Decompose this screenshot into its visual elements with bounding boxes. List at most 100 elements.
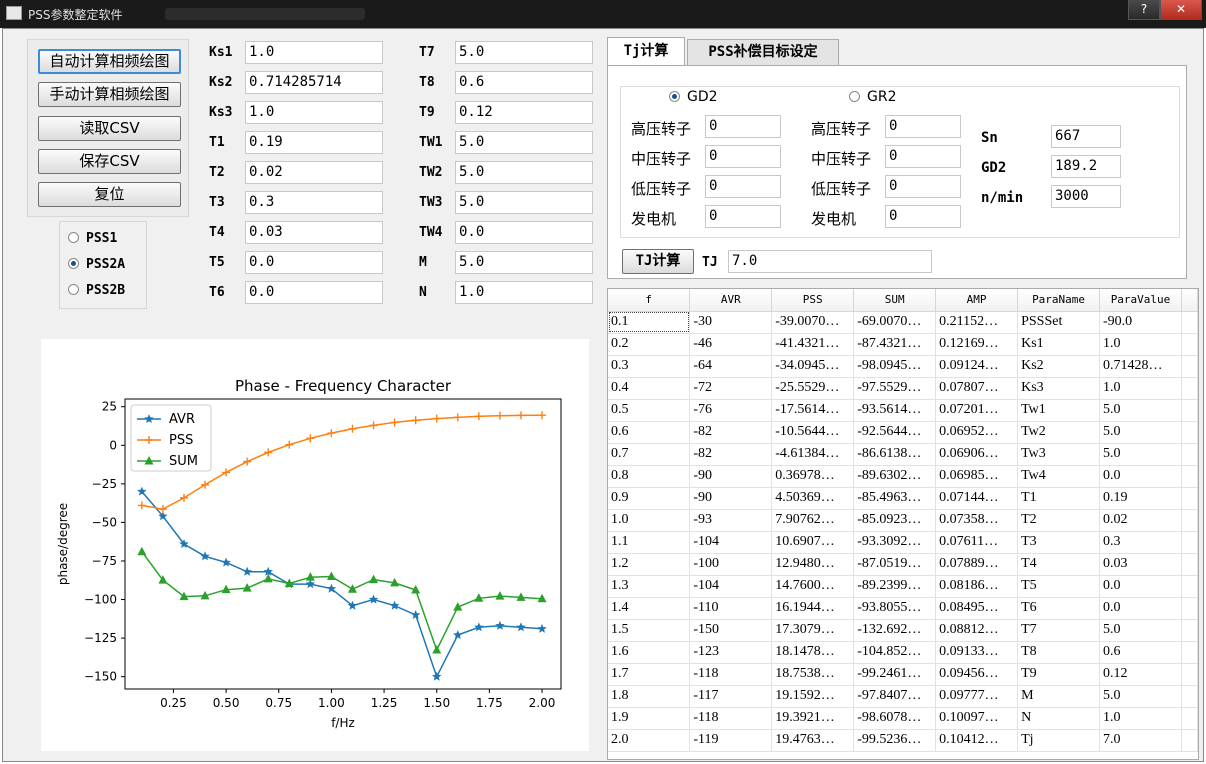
tj-calc-button[interactable]: TJ计算 <box>622 249 694 274</box>
tj-row-input[interactable]: 0 <box>705 205 781 228</box>
param-input-tw1[interactable]: 5.0 <box>455 131 593 154</box>
table-cell[interactable]: -69.0070… <box>853 311 937 334</box>
table-cell[interactable]: Tw2 <box>1017 421 1101 444</box>
table-cell[interactable]: 2.0 <box>608 729 691 752</box>
table-row[interactable]: 0.8 -90 0.36978… -89.6302… 0.06985… Tw4 0.0 <box>608 465 1198 488</box>
table-cell[interactable]: 0.0 <box>1099 597 1182 620</box>
radio-gd2[interactable]: GD2 <box>669 89 718 105</box>
column-header[interactable]: AVR <box>689 289 773 312</box>
param-input-ks1[interactable]: 1.0 <box>245 41 383 64</box>
table-cell[interactable]: 0.10097… <box>935 707 1019 730</box>
param-input-t7[interactable]: 5.0 <box>455 41 593 64</box>
param-input-t5[interactable]: 0.0 <box>245 251 383 274</box>
table-cell[interactable]: -99.2461… <box>853 663 937 686</box>
table-cell[interactable]: -85.4963… <box>853 487 937 510</box>
nmin-input[interactable]: 3000 <box>1051 185 1121 208</box>
table-cell[interactable]: 0.12 <box>1099 663 1182 686</box>
table-cell[interactable]: 0.6 <box>1099 641 1182 664</box>
param-input-t1[interactable]: 0.19 <box>245 131 383 154</box>
table-cell[interactable]: 5.0 <box>1099 685 1182 708</box>
table-cell[interactable]: 0.36978… <box>771 465 855 488</box>
table-row[interactable]: 1.4 -110 16.1944… -93.8055… 0.08495… T6 0.0 <box>608 597 1198 620</box>
table-cell[interactable]: N <box>1017 707 1101 730</box>
column-header[interactable]: PSS <box>771 289 855 312</box>
table-cell[interactable]: 0.07889… <box>935 553 1019 576</box>
table-cell[interactable]: -97.5529… <box>853 377 937 400</box>
table-cell[interactable]: -25.5529… <box>771 377 855 400</box>
param-input-tw3[interactable]: 5.0 <box>455 191 593 214</box>
close-button[interactable]: ✕ <box>1160 0 1202 20</box>
table-cell[interactable]: 16.1944… <box>771 597 855 620</box>
param-input-ks3[interactable]: 1.0 <box>245 101 383 124</box>
table-cell[interactable]: -93.5614… <box>853 399 937 422</box>
table-row[interactable]: 1.3 -104 14.7600… -89.2399… 0.08186… T5 0.0 <box>608 575 1198 598</box>
param-input-tw2[interactable]: 5.0 <box>455 161 593 184</box>
table-row[interactable]: 1.1 -104 10.6907… -93.3092… 0.07611… T3 0.3 <box>608 531 1198 554</box>
table-cell[interactable]: -119 <box>689 729 773 752</box>
table-row[interactable]: 0.9 -90 4.50369… -85.4963… 0.07144… T1 0.19 <box>608 487 1198 510</box>
param-input-t9[interactable]: 0.12 <box>455 101 593 124</box>
table-row[interactable]: 1.5 -150 17.3079… -132.692… 0.08812… T7 5.0 <box>608 619 1198 642</box>
table-cell[interactable]: -100 <box>689 553 773 576</box>
table-cell[interactable]: -93 <box>689 509 773 532</box>
tj-row-input[interactable]: 0 <box>885 175 961 198</box>
table-cell[interactable]: Tw1 <box>1017 399 1101 422</box>
table-cell[interactable]: 0.08812… <box>935 619 1019 642</box>
table-cell[interactable]: 0.5 <box>608 399 691 422</box>
table-cell[interactable]: 1.8 <box>608 685 691 708</box>
table-cell[interactable]: 1.7 <box>608 663 691 686</box>
table-cell[interactable]: 1.0 <box>1099 333 1182 356</box>
table-cell[interactable]: 14.7600… <box>771 575 855 598</box>
table-cell[interactable]: 0.08186… <box>935 575 1019 598</box>
table-row[interactable]: 1.6 -123 18.1478… -104.852… 0.09133… T8 0.6 <box>608 641 1198 664</box>
save-csv-button[interactable]: 保存CSV <box>38 149 181 174</box>
table-cell[interactable]: -64 <box>689 355 773 378</box>
table-cell[interactable]: -39.0070… <box>771 311 855 334</box>
table-cell[interactable]: -93.8055… <box>853 597 937 620</box>
table-cell[interactable]: T1 <box>1017 487 1101 510</box>
table-cell[interactable]: 1.0 <box>1099 707 1182 730</box>
table-cell[interactable]: 7.90762… <box>771 509 855 532</box>
table-cell[interactable]: -98.6078… <box>853 707 937 730</box>
gd2-input[interactable]: 189.2 <box>1051 155 1121 178</box>
table-cell[interactable]: -89.2399… <box>853 575 937 598</box>
table-cell[interactable]: 0.19 <box>1099 487 1182 510</box>
table-cell[interactable]: 1.9 <box>608 707 691 730</box>
table-cell[interactable]: 0.1 <box>608 311 691 334</box>
table-cell[interactable]: T4 <box>1017 553 1101 576</box>
table-cell[interactable]: -90 <box>689 487 773 510</box>
table-cell[interactable]: T8 <box>1017 641 1101 664</box>
tj-row-input[interactable]: 0 <box>885 205 961 228</box>
table-cell[interactable]: 17.3079… <box>771 619 855 642</box>
table-cell[interactable]: -110 <box>689 597 773 620</box>
auto-calc-plot-button[interactable]: 自动计算相频绘图 <box>38 49 181 74</box>
table-cell[interactable]: 0.8 <box>608 465 691 488</box>
table-cell[interactable]: 0.0 <box>1099 575 1182 598</box>
table-cell[interactable]: 0.07807… <box>935 377 1019 400</box>
radio-pss2a[interactable]: PSS2A <box>68 257 125 275</box>
table-cell[interactable]: -93.3092… <box>853 531 937 554</box>
table-cell[interactable]: 1.3 <box>608 575 691 598</box>
table-cell[interactable]: 0.07144… <box>935 487 1019 510</box>
table-cell[interactable]: Tw3 <box>1017 443 1101 466</box>
table-cell[interactable]: 1.6 <box>608 641 691 664</box>
table-cell[interactable]: -87.4321… <box>853 333 937 356</box>
table-cell[interactable]: PSSSet <box>1017 311 1101 334</box>
table-cell[interactable]: 0.0 <box>1099 465 1182 488</box>
table-cell[interactable]: 1.0 <box>1099 377 1182 400</box>
table-cell[interactable]: 0.6 <box>608 421 691 444</box>
table-cell[interactable]: -86.6138… <box>853 443 937 466</box>
table-cell[interactable]: 0.07201… <box>935 399 1019 422</box>
table-cell[interactable]: 0.4 <box>608 377 691 400</box>
table-cell[interactable]: 5.0 <box>1099 443 1182 466</box>
table-cell[interactable]: T2 <box>1017 509 1101 532</box>
table-cell[interactable]: 0.09133… <box>935 641 1019 664</box>
table-cell[interactable]: 0.3 <box>608 355 691 378</box>
table-cell[interactable]: 0.21152… <box>935 311 1019 334</box>
table-cell[interactable]: 0.9 <box>608 487 691 510</box>
table-row[interactable]: 0.3 -64 -34.0945… -98.0945… 0.09124… Ks2 0.714… <box>608 355 1198 378</box>
table-cell[interactable]: 0.06985… <box>935 465 1019 488</box>
table-cell[interactable]: 12.9480… <box>771 553 855 576</box>
param-input-t4[interactable]: 0.03 <box>245 221 383 244</box>
table-cell[interactable]: 0.03 <box>1099 553 1182 576</box>
